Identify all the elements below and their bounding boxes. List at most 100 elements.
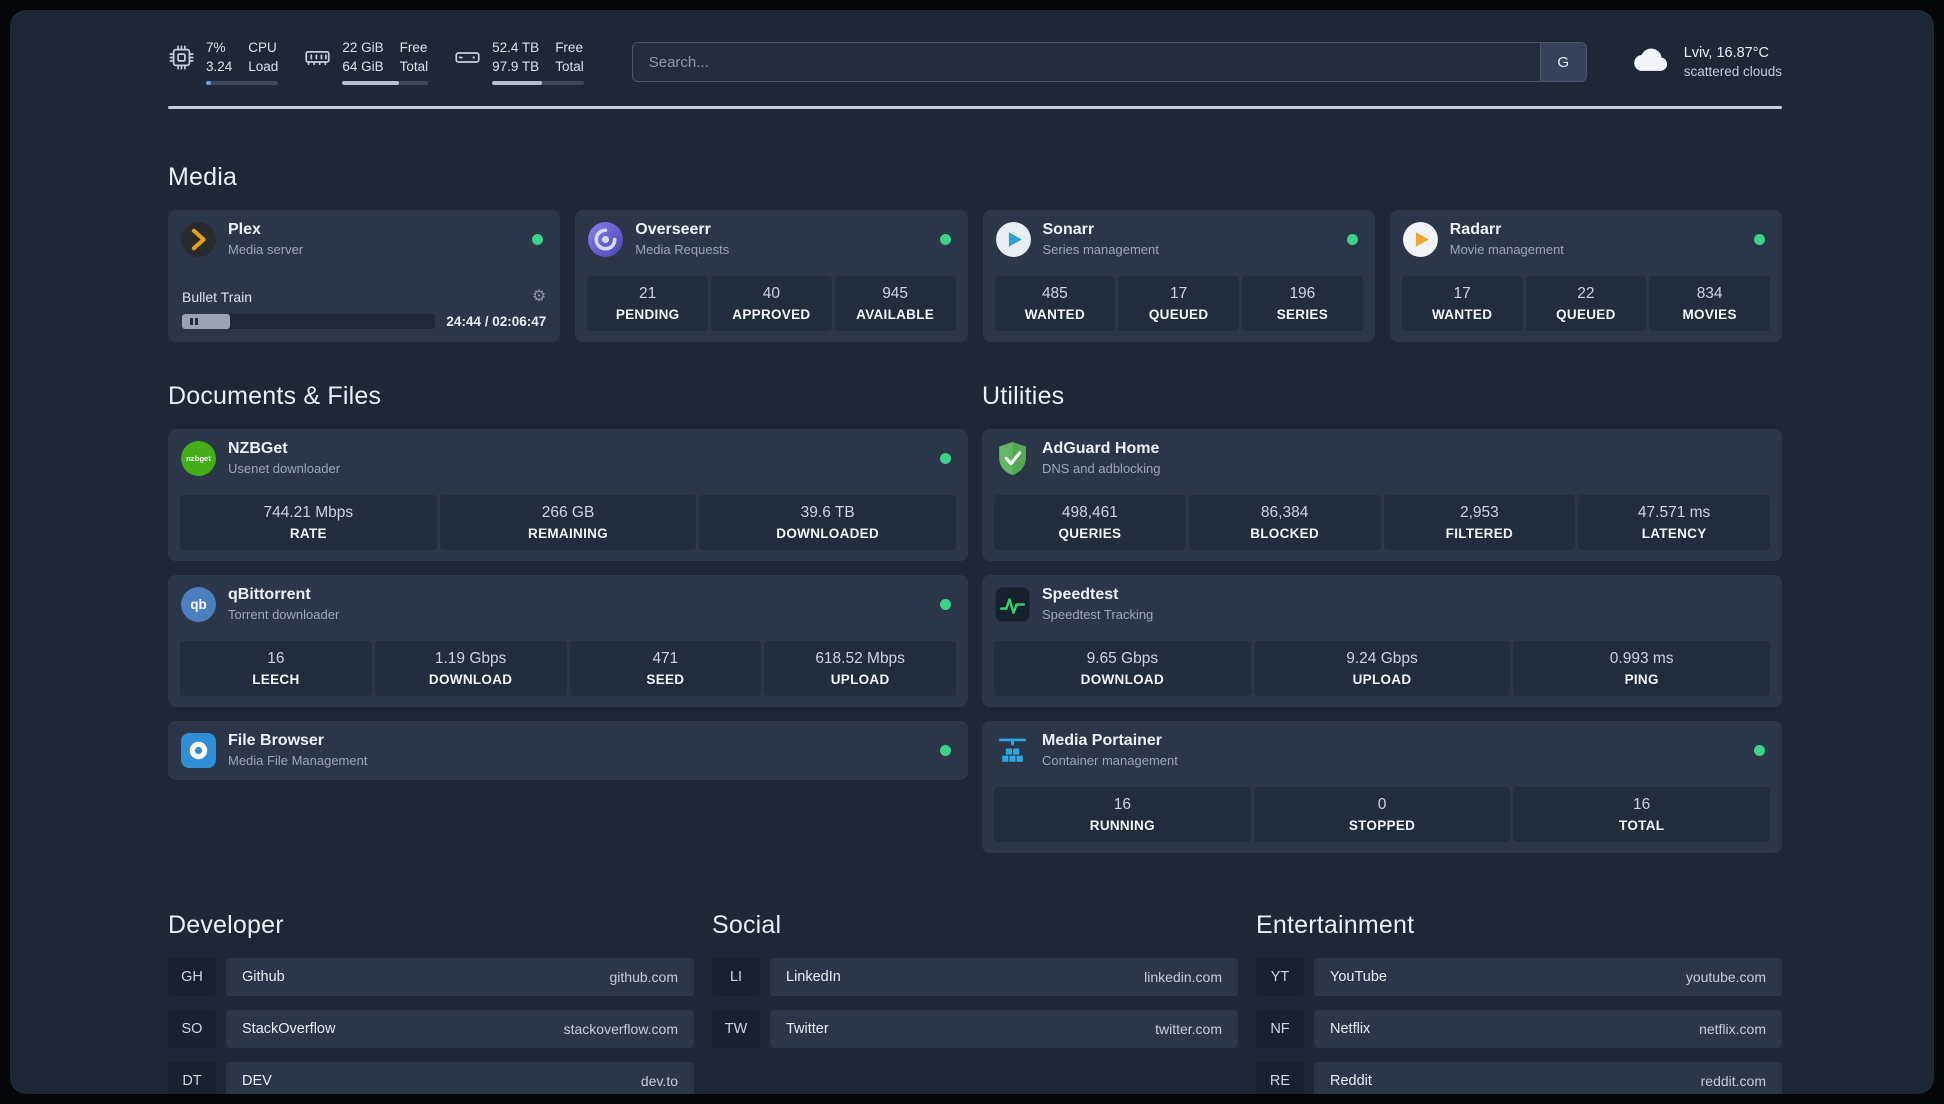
- search-input[interactable]: [632, 43, 1540, 81]
- bookmark-reddit[interactable]: RE Reddit reddit.com: [1256, 1061, 1782, 1094]
- stat-pending: 21 PENDING: [587, 275, 708, 331]
- bookmark-linkedin[interactable]: LI LinkedIn linkedin.com: [712, 957, 1238, 996]
- app-card-sonarr[interactable]: Sonarr Series management 485 WANTED 17 Q…: [982, 209, 1375, 342]
- app-name: NZBGet: [228, 440, 288, 457]
- stat-label: APPROVED: [732, 306, 811, 322]
- bookmark-twitter[interactable]: TW Twitter twitter.com: [712, 1009, 1238, 1048]
- stat-download: 9.65 Gbps DOWNLOAD: [994, 640, 1251, 696]
- bookmark-github[interactable]: GH Github github.com: [168, 957, 694, 996]
- bookmark-stackoverflow[interactable]: SO StackOverflow stackoverflow.com: [168, 1009, 694, 1048]
- search-engine-button[interactable]: G: [1539, 43, 1586, 81]
- card-header: Plex Media server: [180, 221, 548, 258]
- now-playing-widget: Bullet Train ⚙ 24:44 / 02:06:47: [180, 288, 548, 331]
- status-dot-online: [940, 452, 951, 464]
- app-card-portainer[interactable]: Media Portainer Container management 16 …: [982, 720, 1782, 853]
- app-card-radarr[interactable]: Radarr Movie management 17 WANTED 22 QUE…: [1389, 209, 1782, 342]
- stat-stopped: 0 STOPPED: [1253, 786, 1511, 842]
- app-card-speedtest[interactable]: Speedtest Speedtest Tracking 9.65 Gbps D…: [982, 574, 1782, 707]
- stat-label: LEECH: [252, 671, 300, 687]
- app-desc: Usenet downloader: [228, 461, 341, 476]
- sonarr-icon: [995, 221, 1032, 258]
- bookmark-netflix[interactable]: NF Netflix netflix.com: [1256, 1009, 1782, 1048]
- cpu-widget: 7% 3.24 CPU Load: [168, 39, 279, 85]
- disk-widget-body: 52.4 TB 97.9 TB Free Total: [492, 39, 584, 85]
- section-title-social: Social: [712, 910, 782, 939]
- stat-remaining: 266 GB REMAINING: [439, 494, 697, 550]
- filebrowser-icon: [180, 732, 217, 769]
- app-card-filebrowser[interactable]: File Browser Media File Management: [168, 720, 968, 780]
- card-header: Overseerr Media Requests: [587, 221, 955, 258]
- adguard-icon: [994, 440, 1031, 477]
- status-dot-online: [1346, 233, 1358, 245]
- stat-label: PING: [1624, 671, 1659, 687]
- stat-value: 16: [267, 649, 285, 667]
- app-card-adguard[interactable]: AdGuard Home DNS and adblocking 498,461 …: [982, 428, 1782, 561]
- cpu-percent: 7%: [206, 40, 226, 56]
- app-card-qbittorrent[interactable]: qb qBittorrent Torrent downloader 16 LEE…: [168, 574, 968, 707]
- card-header: Speedtest Speedtest Tracking: [994, 586, 1770, 623]
- stat-download: 1.19 Gbps DOWNLOAD: [374, 640, 567, 696]
- playback-time: 24:44 / 02:06:47: [446, 313, 547, 329]
- app-name: Radarr: [1449, 221, 1502, 238]
- disk-usage-bar: [492, 80, 584, 85]
- bookmark-youtube[interactable]: YT YouTube youtube.com: [1256, 957, 1782, 996]
- stat-value: 17: [1170, 284, 1188, 302]
- playback-progress-bar[interactable]: [182, 313, 436, 329]
- cpu-label-bottom: Load: [248, 58, 279, 74]
- card-header: qb qBittorrent Torrent downloader: [180, 586, 956, 623]
- bookmark-name: Github: [242, 968, 285, 985]
- stat-label: BLOCKED: [1250, 525, 1320, 541]
- documents-column: Documents & Files nzbget NZBGet Usenet d…: [168, 342, 968, 853]
- settings-gear-icon[interactable]: ⚙: [532, 288, 546, 305]
- memory-usage-bar: [342, 80, 429, 85]
- app-desc: Movie management: [1449, 242, 1564, 257]
- stat-running: 16 RUNNING: [994, 786, 1251, 842]
- stat-wanted: 17 WANTED: [1401, 275, 1523, 331]
- app-name: Media Portainer: [1042, 732, 1163, 749]
- card-header: Radarr Movie management: [1402, 221, 1770, 258]
- app-card-nzbget[interactable]: nzbget NZBGet Usenet downloader 744.21 M…: [168, 428, 968, 561]
- stat-value: 945: [882, 284, 909, 302]
- bookmark-abbr: NF: [1256, 1009, 1304, 1048]
- stat-leech: 16 LEECH: [180, 640, 372, 696]
- app-desc: DNS and adblocking: [1042, 461, 1161, 476]
- nzbget-icon: nzbget: [180, 440, 217, 477]
- stat-wanted: 485 WANTED: [994, 275, 1116, 331]
- stat-value: 17: [1453, 284, 1471, 302]
- bookmarks-social: Social LI LinkedIn linkedin.com TW Twitt…: [712, 853, 1238, 1095]
- stats-row: 485 WANTED 17 QUEUED 196 SERIES: [994, 275, 1363, 331]
- app-desc: Media server: [228, 242, 304, 257]
- overseerr-icon: [587, 221, 624, 258]
- stat-value: 498,461: [1061, 503, 1118, 521]
- svg-text:qb: qb: [190, 597, 206, 612]
- bookmark-url: dev.to: [640, 1072, 678, 1089]
- app-desc: Container management: [1042, 753, 1178, 768]
- app-card-plex[interactable]: Plex Media server Bullet Train ⚙ 24:44 /…: [168, 209, 561, 342]
- bookmark-dev[interactable]: DT DEV dev.to: [168, 1061, 694, 1094]
- memory-widget: 22 GiB 64 GiB Free Total: [304, 39, 429, 85]
- section-title-utilities: Utilities: [982, 381, 1065, 410]
- bookmark-abbr: YT: [1256, 957, 1304, 996]
- stat-movies: 834 MOVIES: [1649, 275, 1770, 331]
- now-playing-title: Bullet Train: [182, 288, 253, 305]
- stat-label: WANTED: [1024, 306, 1086, 322]
- disk-widget: 52.4 TB 97.9 TB Free Total: [454, 39, 584, 85]
- weather-widget: Lviv, 16.87°C scattered clouds: [1633, 45, 1782, 79]
- stat-label: SEED: [646, 671, 685, 687]
- status-dot-online: [1754, 744, 1765, 756]
- bookmark-url: stackoverflow.com: [563, 1020, 678, 1037]
- stat-label: RATE: [289, 525, 327, 541]
- card-header: Sonarr Series management: [995, 221, 1363, 258]
- card-header: AdGuard Home DNS and adblocking: [994, 440, 1770, 477]
- search-bar: G: [631, 42, 1587, 82]
- stat-label: FILTERED: [1445, 525, 1514, 541]
- memory-free: 22 GiB: [342, 40, 384, 56]
- bookmark-url: linkedin.com: [1144, 968, 1222, 985]
- plex-icon: [180, 221, 217, 258]
- stat-value: 40: [762, 284, 780, 302]
- app-desc: Torrent downloader: [228, 607, 340, 622]
- app-name: qBittorrent: [228, 586, 311, 603]
- app-card-overseerr[interactable]: Overseerr Media Requests 21 PENDING 40 A…: [575, 209, 968, 342]
- pause-icon[interactable]: [190, 317, 198, 325]
- media-cards-row: Plex Media server Bullet Train ⚙ 24:44 /…: [168, 209, 1782, 342]
